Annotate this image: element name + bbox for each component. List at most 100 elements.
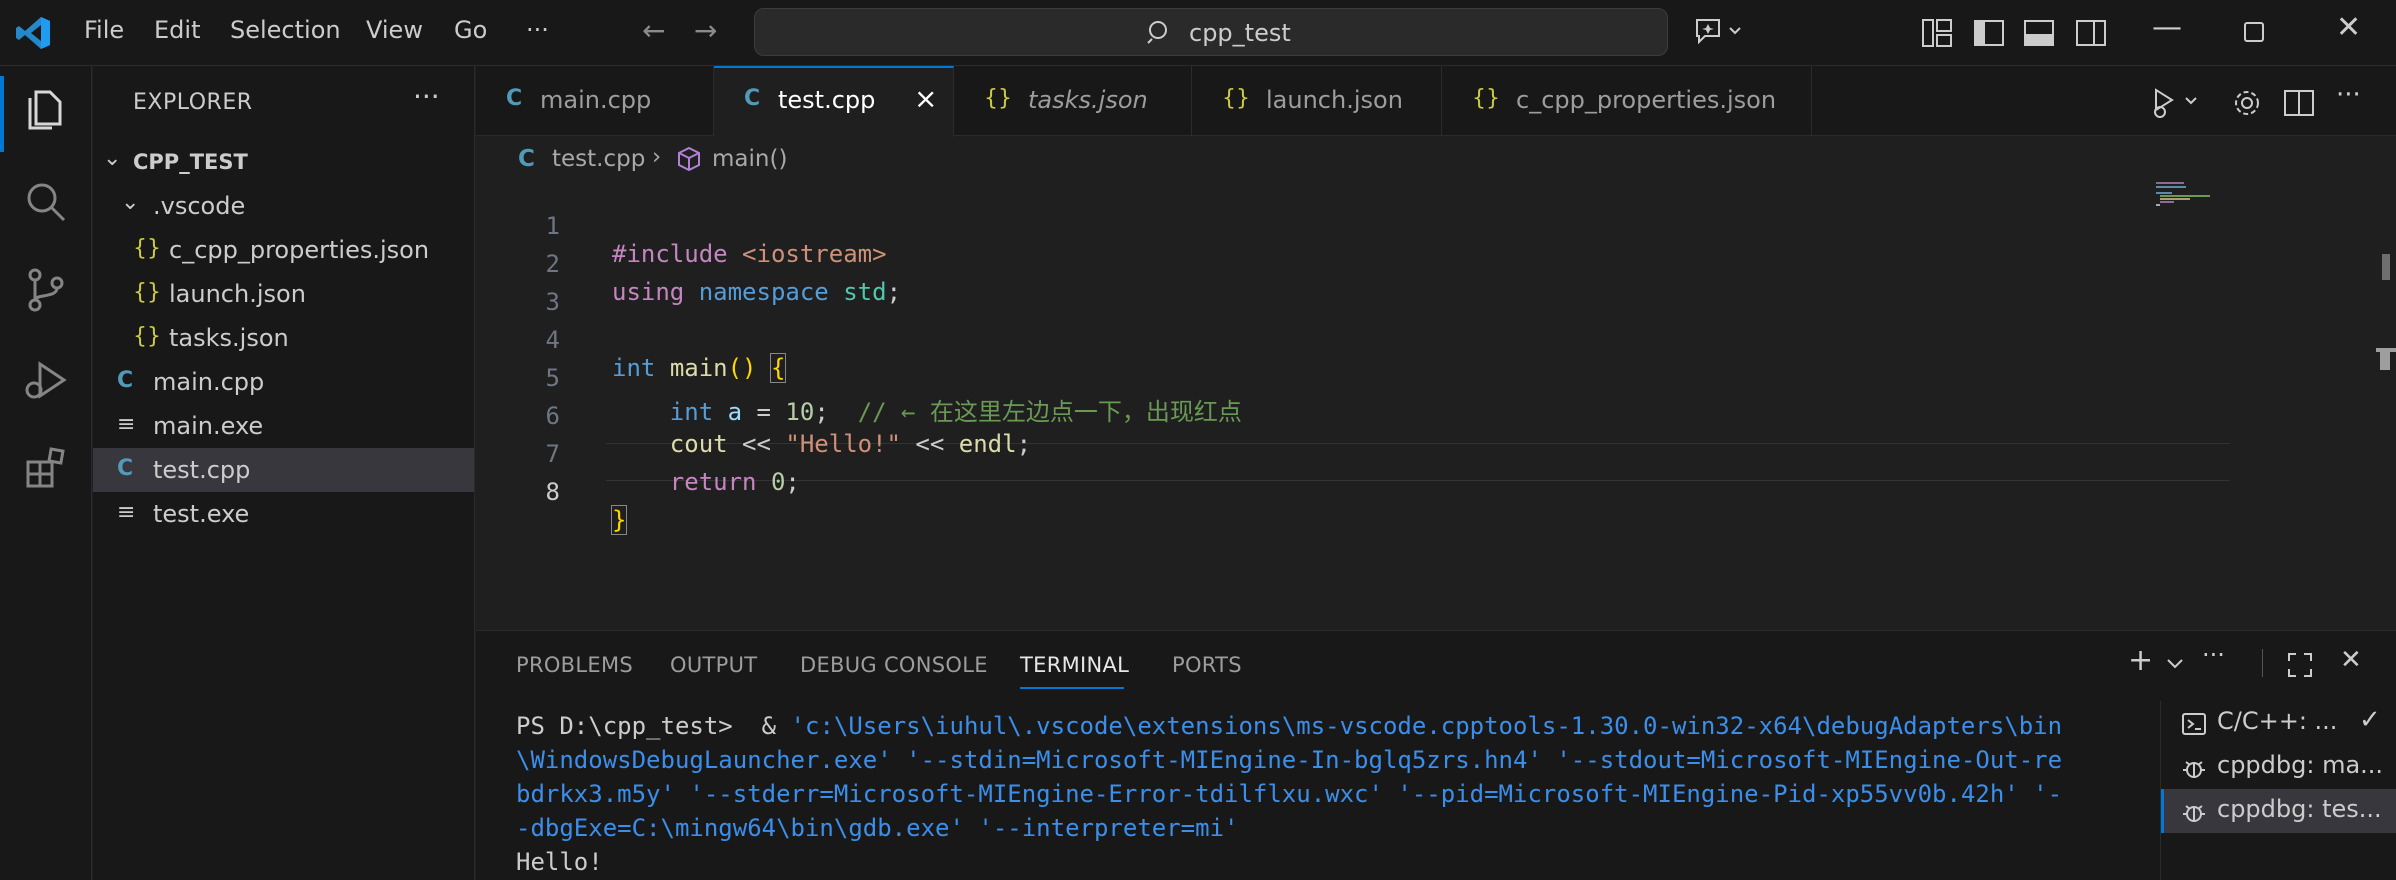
breadcrumb: C test.cpp › main() bbox=[476, 138, 2376, 180]
terminal-output[interactable]: PS D:\cpp_test> & 'c:\Users\iuhul\.vscod… bbox=[516, 709, 2116, 879]
explorer-more-icon[interactable]: ··· bbox=[413, 80, 440, 113]
toggle-panel-icon[interactable] bbox=[2022, 16, 2056, 50]
menu-view[interactable]: View bbox=[366, 16, 423, 44]
json-file-icon: {} bbox=[984, 86, 1012, 111]
forward-arrow-icon[interactable]: → bbox=[694, 14, 717, 47]
tab-test-cpp[interactable]: C test.cpp × bbox=[714, 66, 954, 137]
chevron-down-icon[interactable] bbox=[2166, 657, 2184, 671]
separator bbox=[2262, 649, 2263, 677]
terminal-command: 'c:\Users\iuhul\.vscode\extensions\ms-vs… bbox=[790, 712, 2063, 740]
tree-item-main-exe[interactable]: ≡ main.exe bbox=[93, 404, 474, 448]
toggle-secondary-sidebar-icon[interactable] bbox=[2074, 16, 2108, 50]
activity-bar bbox=[0, 66, 92, 880]
new-terminal-plus-icon[interactable]: + bbox=[2128, 643, 2153, 678]
close-panel-icon[interactable]: ✕ bbox=[2340, 645, 2362, 675]
file-lines-icon: ≡ bbox=[117, 500, 136, 525]
tree-item-label: test.exe bbox=[153, 500, 250, 528]
menu-file[interactable]: File bbox=[84, 16, 124, 44]
tab-terminal[interactable]: TERMINAL bbox=[1020, 653, 1129, 677]
customize-layout-icon[interactable] bbox=[1920, 16, 1954, 50]
minimize-icon[interactable]: — bbox=[2152, 10, 2182, 45]
tree-item-label: main.exe bbox=[153, 412, 264, 440]
line-number: 8 bbox=[545, 478, 560, 506]
tree-item-tasks-json[interactable]: {} tasks.json bbox=[93, 316, 474, 360]
command-center-search[interactable]: cpp_test bbox=[754, 8, 1668, 56]
bottom-panel: PROBLEMS OUTPUT DEBUG CONSOLE TERMINAL P… bbox=[476, 630, 2396, 880]
tab-output[interactable]: OUTPUT bbox=[670, 653, 757, 677]
tree-item-test-cpp[interactable]: C test.cpp bbox=[93, 448, 474, 492]
token: } bbox=[610, 505, 628, 535]
editor-more-icon[interactable]: ··· bbox=[2336, 80, 2361, 110]
back-arrow-icon[interactable]: ← bbox=[642, 14, 665, 47]
active-indicator bbox=[0, 76, 4, 152]
project-name: CPP_TEST bbox=[133, 150, 248, 174]
file-lines-icon: ≡ bbox=[117, 412, 136, 437]
tree-item-main-cpp[interactable]: C main.cpp bbox=[93, 360, 474, 404]
breadcrumb-symbol[interactable]: main() bbox=[712, 146, 787, 172]
run-debug-dropdown-icon[interactable] bbox=[2150, 86, 2204, 120]
menu-selection[interactable]: Selection bbox=[230, 16, 341, 44]
json-file-icon: {} bbox=[133, 324, 161, 349]
panel-more-icon[interactable]: ··· bbox=[2202, 641, 2225, 669]
tab-c-cpp-properties[interactable]: {} c_cpp_properties.json bbox=[1442, 66, 1812, 136]
toggle-primary-sidebar-icon[interactable] bbox=[1972, 16, 2006, 50]
cpp-file-icon: C bbox=[117, 368, 134, 393]
gear-icon[interactable] bbox=[2230, 86, 2264, 120]
tab-main-cpp[interactable]: C main.cpp bbox=[476, 66, 714, 136]
tree-item-label: test.cpp bbox=[153, 456, 251, 484]
maximize-icon[interactable] bbox=[2242, 20, 2268, 46]
tab-problems[interactable]: PROBLEMS bbox=[516, 653, 633, 677]
project-folder-row[interactable]: ⌄ CPP_TEST bbox=[93, 140, 474, 184]
menu-edit[interactable]: Edit bbox=[154, 16, 200, 44]
code-line-3: 3 bbox=[476, 260, 2176, 316]
search-icon[interactable] bbox=[22, 178, 70, 226]
extensions-icon[interactable] bbox=[22, 444, 70, 492]
close-tab-icon[interactable]: × bbox=[914, 82, 937, 115]
tree-item-test-exe[interactable]: ≡ test.exe bbox=[93, 492, 474, 536]
tab-debug-console[interactable]: DEBUG CONSOLE bbox=[800, 653, 988, 677]
editor-scrollbar[interactable] bbox=[2376, 138, 2396, 628]
code-line-7: 7 return 0; bbox=[476, 412, 2176, 496]
tree-item-c-cpp-properties[interactable]: {} c_cpp_properties.json bbox=[93, 228, 474, 272]
minimap[interactable] bbox=[2156, 182, 2266, 212]
source-control-icon[interactable] bbox=[22, 266, 70, 314]
tab-label: test.cpp bbox=[778, 86, 876, 114]
search-icon bbox=[1147, 21, 1167, 44]
json-file-icon: {} bbox=[1222, 86, 1250, 111]
terminal-icon bbox=[2182, 713, 2206, 735]
terminal-item-cppdbg-main[interactable]: cppdbg: ma... bbox=[2161, 745, 2396, 789]
code-line-8: 8 } bbox=[476, 450, 2176, 535]
tab-launch-json[interactable]: {} launch.json bbox=[1192, 66, 1442, 136]
cpp-file-icon: C bbox=[117, 456, 134, 481]
terminal-item-cppdbg-test[interactable]: cppdbg: tes... bbox=[2161, 789, 2396, 833]
tab-label: main.cpp bbox=[540, 86, 652, 114]
json-file-icon: {} bbox=[1472, 86, 1500, 111]
explorer-title: EXPLORER bbox=[133, 90, 253, 115]
run-and-debug-icon[interactable] bbox=[22, 356, 70, 404]
tab-tasks-json[interactable]: {} tasks.json bbox=[954, 66, 1192, 136]
tab-ports[interactable]: PORTS bbox=[1172, 653, 1242, 677]
active-tab-underline bbox=[1020, 687, 1124, 689]
tree-item-launch-json[interactable]: {} launch.json bbox=[93, 272, 474, 316]
terminal-item-label: cppdbg: tes... bbox=[2217, 795, 2382, 823]
terminal-item-label: C/C++: ... bbox=[2217, 707, 2338, 735]
code-editor[interactable]: 1 #include <iostream> 2 using namespace … bbox=[476, 180, 2396, 630]
copilot-chat-icon[interactable] bbox=[1694, 16, 1748, 50]
close-window-icon[interactable]: ✕ bbox=[2336, 10, 2361, 45]
search-text: cpp_test bbox=[1189, 19, 1291, 47]
json-file-icon: {} bbox=[133, 280, 161, 305]
split-editor-icon[interactable] bbox=[2282, 86, 2316, 120]
tree-item-label: tasks.json bbox=[169, 324, 289, 352]
menu-more[interactable]: ··· bbox=[526, 16, 549, 44]
chevron-right-icon: › bbox=[652, 144, 662, 170]
explorer-files-icon[interactable] bbox=[22, 86, 70, 134]
menu-go[interactable]: Go bbox=[454, 16, 487, 44]
maximize-panel-icon[interactable] bbox=[2286, 651, 2314, 679]
tree-item-label: launch.json bbox=[169, 280, 306, 308]
cursor-position-marker bbox=[2380, 352, 2390, 370]
cpp-file-icon: C bbox=[744, 86, 761, 111]
chevron-down-icon: ⌄ bbox=[121, 190, 140, 215]
tree-item-vscode[interactable]: ⌄ .vscode bbox=[93, 184, 474, 228]
breadcrumb-file[interactable]: test.cpp bbox=[552, 146, 645, 172]
terminal-item-cpp-build[interactable]: C/C++: ... ✓ bbox=[2161, 701, 2396, 745]
